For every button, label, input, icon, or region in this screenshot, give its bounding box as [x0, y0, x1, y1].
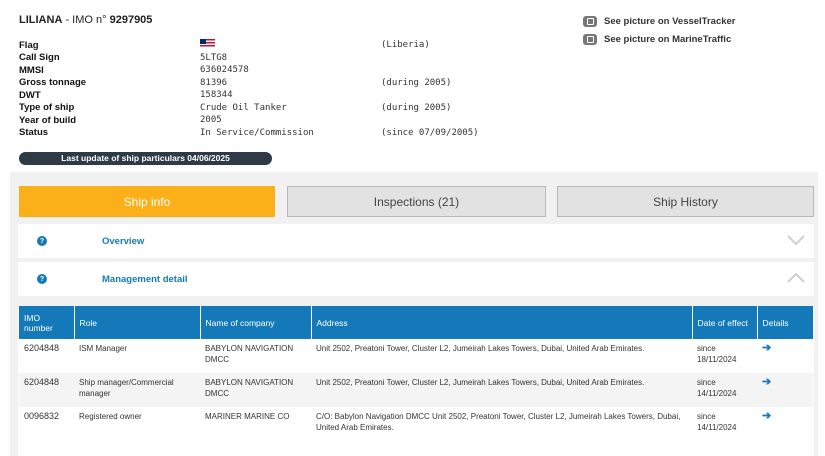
- help-icon: ?: [37, 274, 47, 284]
- since-label: since: [697, 344, 716, 353]
- dwt-label: DWT: [19, 89, 41, 101]
- table-row: 6204848 Ship manager/Commercial manager …: [19, 373, 813, 407]
- col-company: Name of company: [200, 306, 312, 339]
- external-link-icon: [583, 15, 597, 27]
- external-links: See picture on VesselTracker See picture…: [583, 12, 736, 48]
- chevron-down-icon[interactable]: [786, 233, 806, 247]
- gross-tonnage-note: (during 2005): [381, 77, 452, 88]
- callsign-label: Call Sign: [19, 52, 60, 64]
- row-company: BABYLON NAVIGATION DMCC: [205, 344, 294, 364]
- row-role: ISM Manager: [79, 344, 128, 353]
- col-date: Date of effect: [692, 306, 758, 339]
- marinetraffic-link[interactable]: See picture on MarineTraffic: [583, 30, 736, 48]
- flag-row: Flag (Liberia): [19, 39, 479, 52]
- marinetraffic-link-label: See picture on MarineTraffic: [604, 33, 732, 45]
- table-row: 0096832 Registered owner MARINER MARINE …: [19, 407, 813, 441]
- row-company: BABYLON NAVIGATION DMCC: [200, 373, 311, 407]
- row-role: Registered owner: [79, 412, 142, 421]
- dwt-value: 158344: [200, 90, 233, 101]
- callsign-value: 5LTG8: [200, 52, 228, 63]
- row-address: Unit 2502, Preatoni Tower, Cluster L2, J…: [311, 373, 692, 407]
- status-value: In Service/Commission: [200, 127, 314, 138]
- callsign-row: Call Sign 5LTG8: [19, 52, 479, 65]
- since-label: since: [697, 412, 716, 421]
- since-label: since: [697, 378, 716, 387]
- row-details: ➔: [757, 339, 813, 373]
- status-row: Status In Service/Commission (since 07/0…: [19, 127, 479, 140]
- ship-type-row: Type of ship Crude Oil Tanker (during 20…: [19, 102, 479, 115]
- arrow-right-icon[interactable]: ➔: [762, 410, 771, 422]
- row-address: Unit 2502, Preatoni Tower, Cluster L2, J…: [316, 344, 645, 353]
- management-section[interactable]: ? Management detail: [18, 262, 814, 296]
- date-value: 14/11/2024: [697, 423, 737, 432]
- year-value: 2005: [200, 115, 222, 126]
- year-label: Year of build: [19, 114, 77, 126]
- row-imo: 6204848: [24, 343, 60, 353]
- dwt-row: DWT 158344: [19, 89, 479, 102]
- gross-tonnage-label: Gross tonnage: [19, 77, 87, 89]
- external-link-icon: [583, 33, 597, 45]
- tab-ship-history[interactable]: Ship History: [557, 186, 814, 217]
- mmsi-value: 636024578: [200, 65, 249, 76]
- ship-type-label: Type of ship: [19, 102, 75, 114]
- ship-type-note: (during 2005): [381, 102, 452, 113]
- status-note: (since 07/09/2005): [381, 127, 479, 138]
- table-header-row: IMO number Role Name of company Address …: [19, 306, 814, 339]
- col-imo-number: IMO number: [19, 306, 75, 339]
- table-row: 6204848 ISM Manager BABYLON NAVIGATION D…: [19, 339, 813, 373]
- row-details: ➔: [757, 407, 813, 441]
- arrow-right-icon[interactable]: ➔: [762, 376, 771, 388]
- management-table-wrap: IMO number Role Name of company Address …: [18, 306, 814, 456]
- row-date: since 18/11/2024: [692, 339, 757, 373]
- tab-inspections[interactable]: Inspections (21): [287, 186, 546, 217]
- imo-number: 9297905: [109, 14, 153, 26]
- vesseltracker-link[interactable]: See picture on VesselTracker: [583, 12, 736, 30]
- date-value: 18/11/2024: [697, 355, 737, 364]
- ship-tabs-panel: Ship info Inspections (21) Ship History …: [10, 172, 818, 456]
- row-date: since 14/11/2024: [692, 407, 757, 441]
- flag-country: (Liberia): [381, 40, 430, 51]
- ship-type-value: Crude Oil Tanker: [200, 102, 287, 113]
- row-details: ➔: [757, 373, 813, 407]
- overview-section[interactable]: ? Overview: [18, 224, 814, 258]
- col-role: Role: [74, 306, 201, 339]
- overview-label[interactable]: Overview: [102, 236, 144, 247]
- tab-ship-info[interactable]: Ship info: [19, 186, 275, 217]
- row-date: since 14/11/2024: [692, 373, 757, 407]
- row-imo: 0096832: [24, 411, 60, 421]
- col-address: Address: [311, 306, 693, 339]
- ship-name: LILIANA: [19, 14, 63, 26]
- arrow-right-icon[interactable]: ➔: [762, 342, 771, 354]
- management-table: IMO number Role Name of company Address …: [19, 306, 814, 441]
- gross-tonnage-value: 81396: [200, 77, 228, 88]
- row-imo: 6204848: [19, 373, 74, 407]
- row-role: Ship manager/Commercial manager: [74, 373, 200, 407]
- chevron-up-icon[interactable]: [786, 271, 806, 285]
- gross-tonnage-row: Gross tonnage 81396 (during 2005): [19, 77, 479, 90]
- management-label[interactable]: Management detail: [102, 274, 188, 285]
- liberia-flag-icon: [200, 39, 215, 49]
- row-address: C/O: Babylon Navigation DMCC Unit 2502, …: [316, 412, 681, 432]
- ship-title: LILIANA - IMO n° 9297905: [19, 14, 152, 26]
- row-company: MARINER MARINE CO: [205, 412, 290, 421]
- last-update-badge: Last update of ship particulars 04/06/20…: [19, 152, 272, 165]
- imo-prefix: - IMO n°: [65, 14, 107, 26]
- vesseltracker-link-label: See picture on VesselTracker: [604, 15, 736, 27]
- year-row: Year of build 2005: [19, 114, 479, 127]
- status-label: Status: [19, 127, 49, 139]
- col-details: Details: [757, 306, 814, 339]
- help-icon: ?: [37, 236, 47, 246]
- flag-label: Flag: [19, 39, 39, 51]
- ship-particulars: Flag (Liberia) Call Sign 5LTG8 MMSI 6360…: [19, 39, 479, 139]
- mmsi-row: MMSI 636024578: [19, 64, 479, 77]
- mmsi-label: MMSI: [19, 64, 44, 76]
- date-value: 14/11/2024: [697, 389, 737, 398]
